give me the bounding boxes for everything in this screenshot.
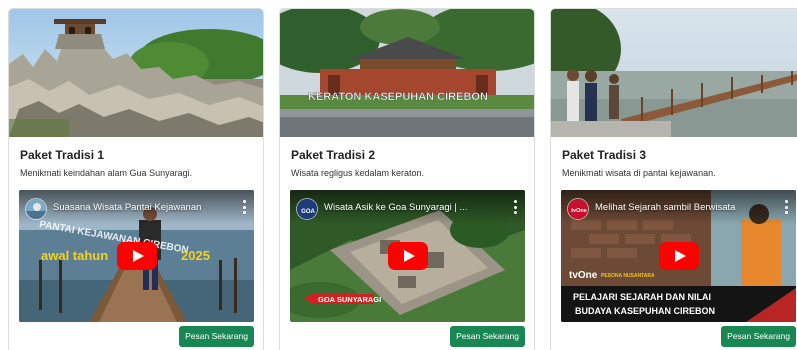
package-card-1: Paket Tradisi 1 Menikmati keindahan alam…: [8, 8, 264, 350]
video-title[interactable]: Suasana Wisata Pantai Kejawanan: [53, 202, 225, 213]
video-embed-3[interactable]: tvOne PESONA NUSANTARA PELAJARI SEJARAH …: [561, 190, 796, 322]
channel-avatar-icon[interactable]: [25, 198, 47, 220]
video-overlay-year: 2025: [181, 248, 210, 263]
more-vertical-icon[interactable]: [513, 200, 517, 214]
video-title[interactable]: Wisata Asik ke Goa Sunyaragi | ...: [324, 202, 496, 213]
youtube-play-icon[interactable]: [116, 242, 157, 270]
keraton-sign-text: KERATON KASEPUHAN CIREBON: [308, 91, 488, 103]
order-now-button[interactable]: Pesan Sekarang: [179, 326, 254, 347]
card-image-gua-sunyaragi: [9, 9, 263, 137]
card-image-keraton: KERATON KASEPUHAN CIREBON: [280, 9, 534, 137]
package-card-3: Paket Tradisi 3 Menikmati wisata di pant…: [550, 8, 797, 350]
card-title: Paket Tradisi 2: [291, 148, 376, 162]
card-title: Paket Tradisi 3: [562, 148, 647, 162]
video-embed-2[interactable]: GOA SUNYARAGI GOA Wisata Asik ke Goa Sun…: [290, 190, 525, 322]
channel-avatar-icon[interactable]: GOA: [296, 198, 318, 220]
channel-avatar-icon[interactable]: tvOne: [567, 198, 589, 220]
tv-brand-text: tvOne: [569, 270, 598, 281]
card-description: Wisata regligus kedalam keraton.: [291, 168, 425, 178]
svg-text:GOA: GOA: [301, 209, 315, 215]
order-now-button[interactable]: Pesan Sekarang: [450, 326, 525, 347]
video-caption-line-2: BUDAYA KASEPUHAN CIREBON: [575, 306, 715, 316]
svg-text:tvOne: tvOne: [571, 208, 587, 214]
more-vertical-icon[interactable]: [242, 200, 246, 214]
video-embed-1[interactable]: PANTAI KEJAWANAN CIREBON awal tahun 2025…: [19, 190, 254, 322]
more-vertical-icon[interactable]: [784, 200, 788, 214]
package-card-2: KERATON KASEPUHAN CIREBON Paket Tradisi …: [279, 8, 535, 350]
video-map-label: GOA SUNYARAGI: [318, 295, 381, 304]
tv-program-text: PESONA NUSANTARA: [601, 273, 655, 279]
video-overlay-text: awal tahun: [41, 248, 108, 263]
card-title: Paket Tradisi 1: [20, 148, 105, 162]
video-title[interactable]: Melihat Sejarah sambil Berwisata: [595, 202, 767, 213]
youtube-play-icon[interactable]: [387, 242, 428, 270]
youtube-play-icon[interactable]: [658, 242, 699, 270]
card-description: Menikmati wisata di pantai kejawanan.: [562, 168, 716, 178]
order-now-button[interactable]: Pesan Sekarang: [721, 326, 796, 347]
card-image-pantai-kejawanan: [551, 9, 797, 137]
card-description: Menikmati keindahan alam Gua Sunyaragi.: [20, 168, 193, 178]
video-caption-line-1: PELAJARI SEJARAH DAN NILAI: [573, 292, 711, 302]
